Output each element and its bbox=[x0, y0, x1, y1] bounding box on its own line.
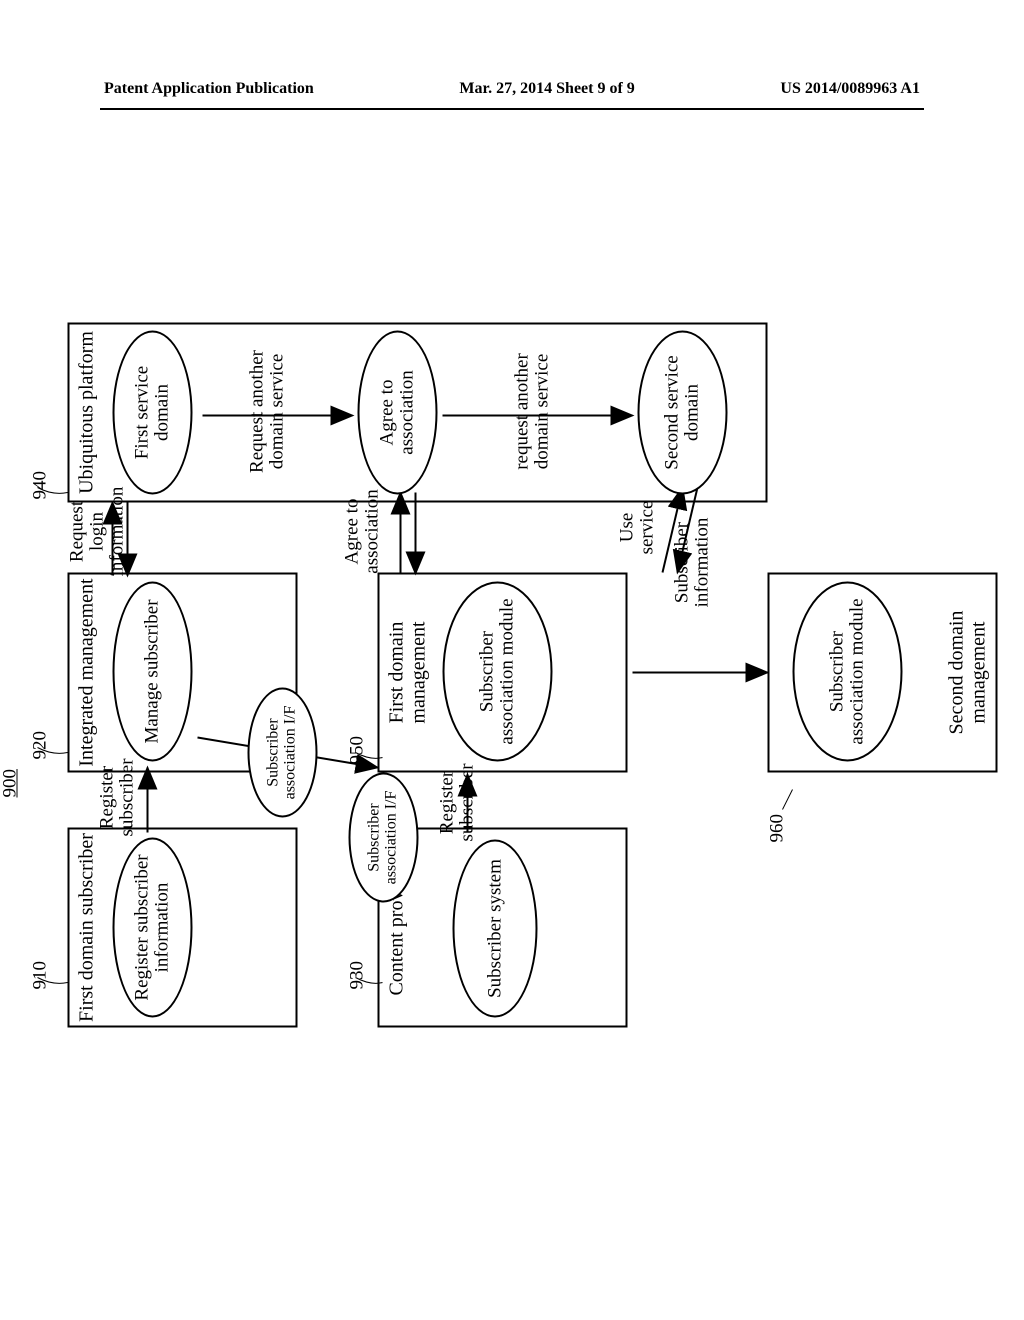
label-use-service: Use service bbox=[618, 488, 658, 568]
ellipse-subscriber-assoc-module-1: Subscriber association module bbox=[443, 582, 553, 762]
label-request-login-info: Request login information bbox=[68, 487, 128, 577]
ref-900: 900 bbox=[1, 769, 21, 798]
header-right: US 2014/0089963 A1 bbox=[780, 80, 920, 104]
header-left: Patent Application Publication bbox=[104, 80, 314, 104]
ref-910: 910 bbox=[31, 961, 51, 990]
ellipse-first-service-domain: First service domain bbox=[113, 331, 193, 495]
ellipse-subscriber-assoc-if-1: Subscriber association I/F bbox=[248, 688, 318, 818]
figure-9-diagram: FIG. 9 900 bbox=[13, 323, 1013, 1028]
ellipse-subscriber-assoc-module-2: Subscriber association module bbox=[793, 582, 903, 762]
ref-950: 950 bbox=[348, 736, 368, 765]
ellipse-register-subscriber-info: Register subscriber information bbox=[113, 838, 193, 1018]
label-request-another-2: request another domain service bbox=[513, 342, 553, 482]
header-center: Mar. 27, 2014 Sheet 9 of 9 bbox=[459, 80, 634, 104]
ellipse-agree-to-association: Agree to association bbox=[358, 331, 438, 495]
ref-920: 920 bbox=[31, 731, 51, 760]
ellipse-second-service-domain: Second service domain bbox=[638, 331, 728, 495]
patent-header: Patent Application Publication Mar. 27, … bbox=[100, 80, 924, 110]
ellipse-subscriber-assoc-if-2: Subscriber association I/F bbox=[349, 773, 419, 903]
label-subscriber-information: Subscriber information bbox=[673, 483, 713, 643]
label-request-another-1: Request another domain service bbox=[248, 342, 288, 482]
label-register-subscriber-1: Register subscriber bbox=[98, 758, 138, 838]
ref-960: 960 bbox=[768, 814, 788, 843]
ellipse-subscriber-system: Subscriber system bbox=[453, 840, 538, 1018]
ellipse-manage-subscriber: Manage subscriber bbox=[113, 582, 193, 762]
ref-940: 940 bbox=[31, 471, 51, 500]
label-agree-to-association: Agree to association bbox=[343, 487, 383, 577]
label-register-subscriber-2: Register subscriber bbox=[438, 763, 478, 843]
ref-930: 930 bbox=[348, 961, 368, 990]
